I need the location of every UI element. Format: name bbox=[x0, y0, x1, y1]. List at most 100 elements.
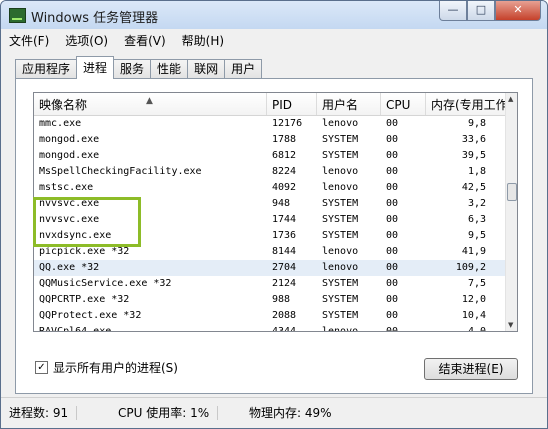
process-cpu-cell: 00 bbox=[386, 182, 399, 193]
process-mem-cell: 3,2 bbox=[467, 198, 486, 209]
process-cpu-cell: 00 bbox=[386, 262, 399, 273]
process-cpu-cell: 00 bbox=[386, 294, 399, 305]
process-mem-cell: 33,6 bbox=[461, 134, 486, 145]
tab-strip: 应用程序 进程 服务 性能 联网 用户 bbox=[15, 56, 263, 79]
close-button[interactable]: ✕ bbox=[495, 1, 541, 21]
show-all-users-checkbox[interactable]: ✓ bbox=[35, 361, 48, 374]
process-name-cell: MsSpellCheckingFacility.exe bbox=[39, 166, 202, 177]
menu-options[interactable]: 选项(O) bbox=[57, 32, 116, 49]
process-pid-cell: 1736 bbox=[272, 230, 297, 241]
process-cpu-cell: 00 bbox=[386, 166, 399, 177]
process-pid-cell: 4092 bbox=[272, 182, 297, 193]
process-pid-cell: 8224 bbox=[272, 166, 297, 177]
process-row[interactable]: mstsc.exe 4092 lenovo 00 42,5 bbox=[34, 180, 506, 196]
process-row[interactable]: mongod.exe 1788 SYSTEM 00 33,6 bbox=[34, 132, 506, 148]
column-memory[interactable]: 内存(专用工作集) bbox=[426, 93, 506, 115]
process-user-cell: SYSTEM bbox=[322, 230, 359, 241]
process-pid-cell: 988 bbox=[272, 294, 291, 305]
process-user-cell: SYSTEM bbox=[322, 134, 359, 145]
process-pid-cell: 2704 bbox=[272, 262, 297, 273]
process-pid-cell: 948 bbox=[272, 198, 291, 209]
title-bar[interactable]: Windows 任务管理器 — □ ✕ bbox=[1, 1, 547, 29]
process-row[interactable]: RAVCpl64.exe 4344 lenovo 00 4,0 bbox=[34, 324, 506, 332]
process-cpu-cell: 00 bbox=[386, 246, 399, 257]
process-mem-cell: 6,3 bbox=[467, 214, 486, 225]
process-cpu-cell: 00 bbox=[386, 150, 399, 161]
task-manager-icon bbox=[9, 8, 26, 23]
process-name-cell: QQMusicService.exe *32 bbox=[39, 278, 172, 289]
process-mem-cell: 42,5 bbox=[461, 182, 486, 193]
process-name-cell: mstsc.exe bbox=[39, 182, 94, 193]
menu-help[interactable]: 帮助(H) bbox=[174, 32, 232, 49]
process-user-cell: SYSTEM bbox=[322, 294, 359, 305]
process-mem-cell: 9,5 bbox=[467, 230, 486, 241]
process-row[interactable]: QQ.exe *32 2704 lenovo 00 109,2 bbox=[34, 260, 506, 276]
show-all-users-option[interactable]: ✓ 显示所有用户的进程(S) bbox=[35, 359, 178, 376]
process-row[interactable]: QQProtect.exe *32 2088 SYSTEM 00 10,4 bbox=[34, 308, 506, 324]
process-user-cell: SYSTEM bbox=[322, 278, 359, 289]
status-process-count: 进程数: 91 bbox=[9, 406, 78, 420]
window-title: Windows 任务管理器 bbox=[31, 11, 159, 26]
process-row[interactable]: MsSpellCheckingFacility.exe 8224 lenovo 00 1… bbox=[34, 164, 506, 180]
tab-processes[interactable]: 进程 bbox=[76, 56, 115, 79]
process-row[interactable]: mmc.exe 12176 lenovo 00 9,8 bbox=[34, 116, 506, 132]
end-process-button[interactable]: 结束进程(E) bbox=[424, 358, 518, 380]
scroll-down-icon[interactable]: ▼ bbox=[508, 321, 513, 329]
column-cpu[interactable]: CPU bbox=[381, 93, 426, 115]
process-cpu-cell: 00 bbox=[386, 118, 399, 129]
minimize-button[interactable]: — bbox=[439, 1, 467, 21]
process-user-cell: lenovo bbox=[322, 182, 359, 193]
process-user-cell: lenovo bbox=[322, 246, 359, 257]
scroll-up-icon[interactable]: ▲ bbox=[508, 95, 513, 103]
process-mem-cell: 1,8 bbox=[467, 166, 486, 177]
vertical-scrollbar[interactable]: ▲ ▼ bbox=[505, 93, 517, 331]
column-pid[interactable]: PID bbox=[267, 93, 317, 115]
process-name-cell: QQ.exe *32 bbox=[39, 262, 100, 273]
process-mem-cell: 109,2 bbox=[455, 262, 486, 273]
tab-users[interactable]: 用户 bbox=[224, 59, 263, 79]
process-pid-cell: 6812 bbox=[272, 150, 297, 161]
process-name-cell: QQPCRTP.exe *32 bbox=[39, 294, 130, 305]
list-header: ▲ 映像名称 PID 用户名 CPU 内存(专用工作集) bbox=[34, 93, 506, 116]
process-mem-cell: 7,5 bbox=[467, 278, 486, 289]
tab-networking[interactable]: 联网 bbox=[187, 59, 226, 79]
process-mem-cell: 4,0 bbox=[467, 326, 486, 332]
process-user-cell: SYSTEM bbox=[322, 198, 359, 209]
process-name-cell: mongod.exe bbox=[39, 134, 100, 145]
process-row[interactable]: QQMusicService.exe *32 2124 SYSTEM 00 7,5 bbox=[34, 276, 506, 292]
process-user-cell: lenovo bbox=[322, 118, 359, 129]
tab-services[interactable]: 服务 bbox=[113, 59, 152, 79]
process-pid-cell: 1744 bbox=[272, 214, 297, 225]
show-all-users-label: 显示所有用户的进程(S) bbox=[53, 361, 178, 375]
scroll-thumb[interactable] bbox=[507, 183, 517, 201]
process-cpu-cell: 00 bbox=[386, 278, 399, 289]
process-pid-cell: 1788 bbox=[272, 134, 297, 145]
column-image-name[interactable]: ▲ 映像名称 bbox=[34, 93, 267, 115]
process-pid-cell: 2088 bbox=[272, 310, 297, 321]
column-image-name-label: 映像名称 bbox=[39, 98, 88, 112]
process-user-cell: SYSTEM bbox=[322, 150, 359, 161]
column-user[interactable]: 用户名 bbox=[317, 93, 381, 115]
process-name-cell: mongod.exe bbox=[39, 150, 100, 161]
status-bar: 进程数: 91 CPU 使用率: 1% 物理内存: 49% bbox=[1, 397, 547, 428]
process-name-cell: QQProtect.exe *32 bbox=[39, 310, 142, 321]
process-user-cell: SYSTEM bbox=[322, 214, 359, 225]
process-mem-cell: 10,4 bbox=[461, 310, 486, 321]
process-row[interactable]: mongod.exe 6812 SYSTEM 00 39,5 bbox=[34, 148, 506, 164]
maximize-button[interactable]: □ bbox=[467, 1, 495, 21]
process-pid-cell: 12176 bbox=[272, 118, 303, 129]
menu-view[interactable]: 查看(V) bbox=[116, 32, 174, 49]
process-name-cell: mmc.exe bbox=[39, 118, 82, 129]
process-pid-cell: 8144 bbox=[272, 246, 297, 257]
tab-applications[interactable]: 应用程序 bbox=[15, 59, 78, 79]
tab-performance[interactable]: 性能 bbox=[150, 59, 189, 79]
menu-bar: 文件(F) 选项(O) 查看(V) 帮助(H) bbox=[1, 29, 547, 51]
process-row[interactable]: QQPCRTP.exe *32 988 SYSTEM 00 12,0 bbox=[34, 292, 506, 308]
process-mem-cell: 39,5 bbox=[461, 150, 486, 161]
status-physical-memory: 物理内存: 49% bbox=[249, 406, 332, 420]
menu-file[interactable]: 文件(F) bbox=[1, 32, 57, 49]
process-mem-cell: 41,9 bbox=[461, 246, 486, 257]
process-name-cell: RAVCpl64.exe bbox=[39, 326, 112, 332]
process-cpu-cell: 00 bbox=[386, 134, 399, 145]
process-cpu-cell: 00 bbox=[386, 326, 399, 332]
